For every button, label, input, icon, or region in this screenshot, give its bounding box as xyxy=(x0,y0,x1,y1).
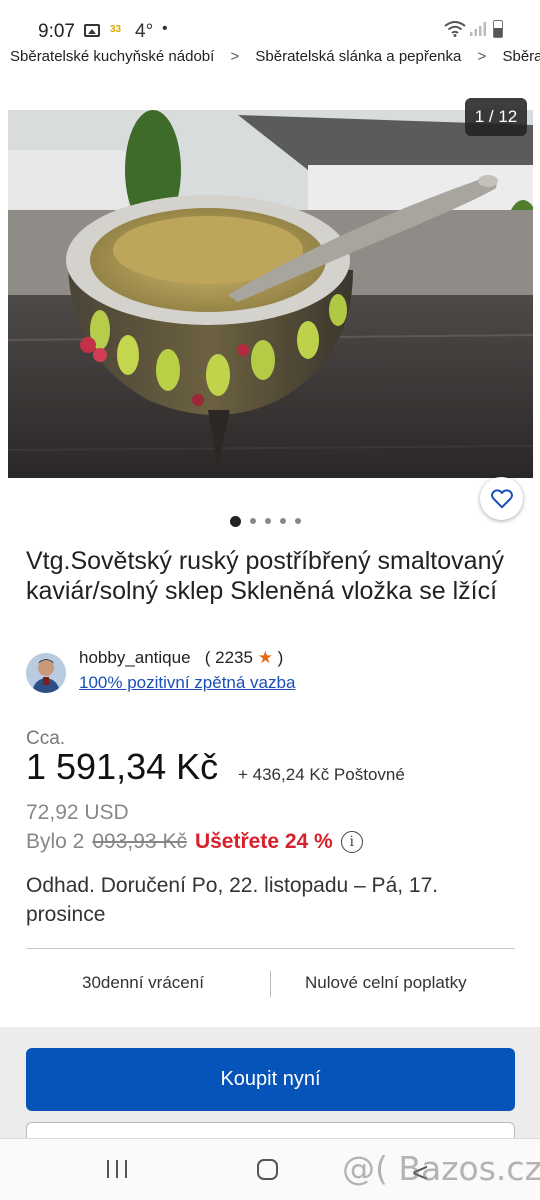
shipping-cost: + 436,24 Kč Poštovné xyxy=(238,765,405,784)
avatar-image xyxy=(26,653,66,693)
rating-close: ) xyxy=(277,648,284,667)
buy-now-button[interactable]: Koupit nyní xyxy=(26,1048,515,1111)
customs-feature: Nulové celní poplatky xyxy=(305,973,467,992)
price: 1 591,34 Kč xyxy=(26,746,219,787)
was-price-row: Bylo 2 093,93 Kč Ušetřete 24 % i xyxy=(26,830,363,854)
seller-avatar[interactable] xyxy=(26,653,66,693)
battery-icon xyxy=(493,20,503,38)
seller-info: hobby_antique ( 2235 ★ ) xyxy=(79,648,283,668)
image-counter: 1 / 12 xyxy=(465,98,527,136)
weather-temperature: 4° xyxy=(135,21,154,42)
savings-label: Ušetřete 24 % xyxy=(194,830,333,853)
breadcrumb-item[interactable]: Sběratelská slánka a pepřenka xyxy=(255,48,461,65)
delivery-estimate: Odhad. Doručení Po, 22. listopadu – Pá, … xyxy=(26,874,439,926)
was-label: Bylo 2 xyxy=(26,830,85,853)
pagination-dot[interactable] xyxy=(295,518,301,524)
item-title: Vtg.Sovětský ruský postříbřený smaltovan… xyxy=(26,547,504,605)
product-photo xyxy=(8,110,533,478)
breadcrumb: Sběratelské kuchyňské nádobí > Sběratels… xyxy=(10,47,540,69)
divider xyxy=(26,948,515,949)
pagination-dot[interactable] xyxy=(250,518,256,524)
watermark: @( Bazos.cz xyxy=(342,1149,540,1188)
watch-button[interactable] xyxy=(480,477,523,520)
seller-feedback-link[interactable]: 100% pozitivní zpětná vazba xyxy=(79,673,295,693)
price-usd: 72,92 USD xyxy=(26,801,129,824)
wifi-icon xyxy=(444,21,466,37)
notification-badge: 33 xyxy=(110,24,122,35)
chevron-right-icon: > xyxy=(477,47,487,65)
product-image[interactable] xyxy=(8,110,533,478)
more-notifications-dot: • xyxy=(162,20,168,37)
seller-name[interactable]: hobby_antique xyxy=(79,648,191,667)
star-icon: ★ xyxy=(257,648,273,667)
breadcrumb-item[interactable]: Sběrate xyxy=(502,48,540,65)
rating-open: ( xyxy=(204,648,211,667)
pagination-dot[interactable] xyxy=(230,515,241,527)
returns-feature: 30denní vrácení xyxy=(82,973,204,992)
status-time: 9:07 xyxy=(38,21,75,42)
heart-icon xyxy=(490,488,513,508)
recent-apps-icon[interactable] xyxy=(107,1160,127,1178)
chevron-right-icon: > xyxy=(230,47,240,65)
pagination-dot[interactable] xyxy=(280,518,286,524)
feature-divider xyxy=(270,971,271,997)
was-price: 093,93 Kč xyxy=(92,830,187,853)
home-icon[interactable] xyxy=(257,1159,278,1180)
breadcrumb-item[interactable]: Sběratelské kuchyňské nádobí xyxy=(10,48,214,65)
gallery-pagination xyxy=(230,515,301,527)
gallery-notification-icon xyxy=(84,24,100,37)
info-icon[interactable]: i xyxy=(340,831,363,853)
signal-icon xyxy=(470,22,486,36)
rating-count: 2235 xyxy=(215,648,253,667)
status-bar: 9:07 33 4° • xyxy=(0,0,540,42)
pagination-dot[interactable] xyxy=(265,518,271,524)
